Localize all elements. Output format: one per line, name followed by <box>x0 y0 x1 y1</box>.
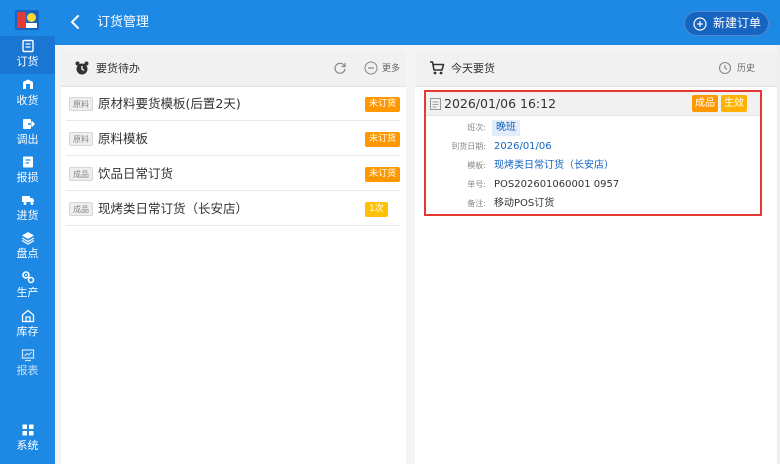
todo-title: 要货待办 <box>96 62 140 75</box>
warehouse-icon <box>21 309 34 323</box>
category-tag: 成品 <box>69 167 93 181</box>
new-order-label: 新建订单 <box>713 16 762 30</box>
receive-icon <box>22 79 33 89</box>
todo-panel-header: 要货待办 更多 <box>61 50 406 87</box>
field-value: 移动POS订货 <box>494 198 555 209</box>
more-link[interactable]: 更多 <box>382 63 400 75</box>
sidebar-item-receive[interactable]: 收货 <box>0 75 55 113</box>
inventory-count-icon <box>21 232 34 245</box>
sidebar-item-loss-report[interactable]: 报损 <box>0 152 55 190</box>
status-badge: 未订货 <box>365 167 400 182</box>
field-label: 班次: <box>467 123 486 132</box>
sidebar-item-label: 报损 <box>16 171 39 184</box>
sidebar-item-label: 系统 <box>16 439 39 452</box>
history-icon[interactable] <box>718 61 732 75</box>
new-order-button[interactable]: 新建订单 <box>684 11 769 36</box>
field-template: 模板: 现烤类日常订货（长安店） <box>426 158 760 174</box>
sidebar-item-inventory-count[interactable]: 盘点 <box>0 228 55 266</box>
field-value: POS202601060001 0957 <box>494 179 620 190</box>
template-name: 饮品日常订货 <box>98 166 174 181</box>
sidebar-item-label: 订货 <box>16 55 39 68</box>
todo-row[interactable]: 成品 饮品日常订货 未订货 <box>66 157 400 191</box>
todo-row[interactable]: 原料 原料模板 未订货 <box>66 122 400 156</box>
field-label: 到货日期: <box>451 142 486 151</box>
back-arrow-icon[interactable] <box>67 13 85 31</box>
sidebar: 订货 收货 调出 报损 进货 盘点 生产 库存 报表 系统 <box>0 0 55 464</box>
todo-panel: 要货待办 更多 原料 原材料要货模板(后置2天) 未订货 原料 原料模板 未订货… <box>61 50 406 464</box>
todo-row[interactable]: 原料 原材料要货模板(后置2天) 未订货 <box>66 87 400 121</box>
sidebar-item-label: 盘点 <box>16 247 39 260</box>
field-label: 备注: <box>467 199 486 208</box>
today-title: 今天要货 <box>451 62 495 75</box>
order-icon <box>21 39 34 53</box>
sidebar-item-label: 库存 <box>16 325 39 338</box>
today-panel-header: 今天要货 历史 <box>415 50 777 87</box>
history-link[interactable]: 历史 <box>737 63 755 75</box>
field-shift: 班次: 晚班 <box>426 120 760 136</box>
order-card[interactable]: 2026/01/06 16:12 成品 生效 班次: 晚班 到货日期: 2026… <box>424 90 762 216</box>
sidebar-item-label: 报表 <box>16 364 39 377</box>
count-badge: 1次 <box>365 202 388 217</box>
loss-report-icon <box>22 156 33 168</box>
sidebar-item-transfer-out[interactable]: 调出 <box>0 114 55 152</box>
app-logo <box>15 10 39 30</box>
main-content: 要货待办 更多 原料 原材料要货模板(后置2天) 未订货 原料 原料模板 未订货… <box>55 45 777 464</box>
sidebar-item-purchase[interactable]: 进货 <box>0 190 55 228</box>
template-name: 原材料要货模板(后置2天) <box>98 96 241 111</box>
sidebar-item-order[interactable]: 订货 <box>0 36 55 74</box>
status-badge: 生效 <box>721 95 747 112</box>
field-label: 单号: <box>467 180 486 189</box>
sidebar-item-label: 生产 <box>16 286 39 299</box>
truck-icon <box>21 196 34 205</box>
field-arrival-date: 到货日期: 2026/01/06 <box>426 139 760 155</box>
top-bar: 订货管理 新建订单 <box>55 0 780 45</box>
category-tag: 原料 <box>69 132 93 146</box>
todo-row[interactable]: 成品 现烤类日常订货（长安店） 1次 <box>66 192 400 226</box>
template-name: 现烤类日常订货（长安店） <box>98 201 249 216</box>
order-card-header: 2026/01/06 16:12 成品 生效 <box>426 92 760 116</box>
field-value: 现烤类日常订货（长安店） <box>494 160 614 171</box>
field-remark: 备注: 移动POS订货 <box>426 196 760 212</box>
field-label: 模板: <box>467 161 486 170</box>
report-icon <box>21 349 34 362</box>
document-icon <box>430 98 441 110</box>
status-badge: 未订货 <box>365 132 400 147</box>
sidebar-item-stock[interactable]: 库存 <box>0 306 55 344</box>
field-value: 晚班 <box>492 120 520 136</box>
today-orders-panel: 今天要货 历史 2026/01/06 16:12 成品 生效 班次: 晚班 到货… <box>415 50 777 464</box>
page-title: 订货管理 <box>97 15 150 30</box>
template-name: 原料模板 <box>98 131 149 146</box>
alarm-clock-icon <box>75 61 89 75</box>
sidebar-item-production[interactable]: 生产 <box>0 267 55 305</box>
grid-icon <box>22 424 33 436</box>
category-badge: 成品 <box>692 95 718 112</box>
sidebar-item-label: 收货 <box>16 94 39 107</box>
plus-circle-icon <box>693 17 707 31</box>
order-datetime: 2026/01/06 16:12 <box>444 96 557 111</box>
transfer-out-icon <box>22 119 35 129</box>
sidebar-item-label: 调出 <box>16 133 39 146</box>
sidebar-item-label: 进货 <box>16 209 39 222</box>
field-order-number: 单号: POS202601060001 0957 <box>426 177 760 193</box>
sidebar-item-reports[interactable]: 报表 <box>0 345 55 383</box>
more-icon[interactable] <box>364 61 378 75</box>
refresh-icon[interactable] <box>333 61 347 75</box>
status-badge: 未订货 <box>365 97 400 112</box>
category-tag: 原料 <box>69 97 93 111</box>
category-tag: 成品 <box>69 202 93 216</box>
production-icon <box>21 271 34 284</box>
field-value: 2026/01/06 <box>494 141 552 152</box>
cart-icon <box>430 61 445 75</box>
sidebar-item-system[interactable]: 系统 <box>0 420 55 458</box>
